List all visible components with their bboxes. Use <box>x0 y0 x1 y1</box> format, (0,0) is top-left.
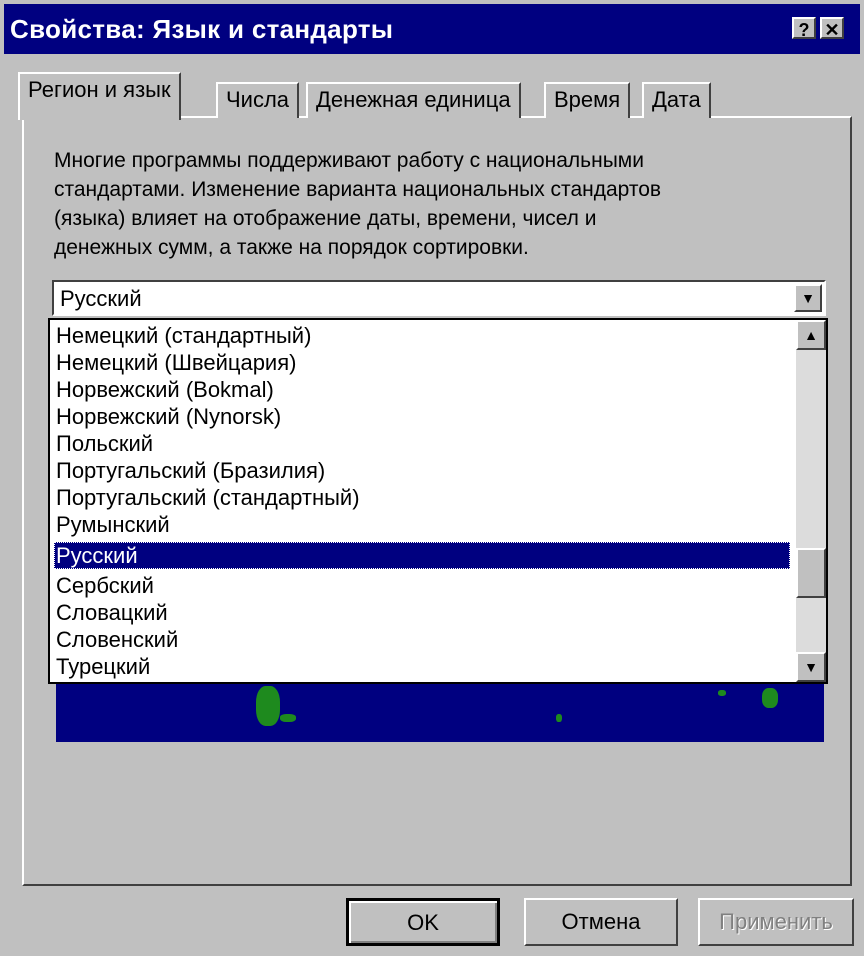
chevron-down-icon: ▼ <box>804 659 818 675</box>
locale-option[interactable]: Польский <box>54 430 790 457</box>
tab-time[interactable]: Время <box>544 82 631 118</box>
locale-option[interactable]: Португальский (Бразилия) <box>54 457 790 484</box>
cancel-button[interactable]: Отмена <box>524 898 678 946</box>
locale-option[interactable]: Словацкий <box>54 599 790 626</box>
dialog-window: Свойства: Язык и стандарты ? ✕ Регион и … <box>0 0 864 956</box>
scroll-thumb[interactable] <box>796 548 826 598</box>
locale-combobox-value: Русский <box>60 286 142 311</box>
locale-option[interactable]: Португальский (стандартный) <box>54 484 790 511</box>
locale-option[interactable]: Немецкий (Швейцария) <box>54 349 790 376</box>
description-text: Многие программы поддерживают работу с н… <box>54 146 794 262</box>
locale-option[interactable]: Норвежский (Bokmal) <box>54 376 790 403</box>
dropdown-button[interactable]: ▼ <box>794 284 822 312</box>
locale-option[interactable]: Румынский <box>54 511 790 538</box>
description-line: Многие программы поддерживают работу с н… <box>54 149 644 172</box>
locale-option[interactable]: Сербский <box>54 572 790 599</box>
close-button[interactable]: ✕ <box>820 17 844 40</box>
tab-date[interactable]: Дата <box>642 82 711 118</box>
tab-currency[interactable]: Денежная единица <box>306 82 521 118</box>
help-button[interactable]: ? <box>792 17 816 40</box>
locale-option[interactable]: Словенский <box>54 626 790 653</box>
map-land <box>256 686 280 726</box>
locale-combobox[interactable]: Русский ▼ <box>52 280 826 316</box>
tab-numbers[interactable]: Числа <box>216 82 300 118</box>
list-scrollbar[interactable]: ▲ ▼ <box>796 320 826 682</box>
locale-option[interactable]: Норвежский (Nynorsk) <box>54 403 790 430</box>
tab-region-language[interactable]: Регион и язык <box>18 72 181 120</box>
map-land <box>762 688 778 708</box>
locale-dropdown-list[interactable]: Немецкий (стандартный) Немецкий (Швейцар… <box>48 318 828 684</box>
description-line: денежных сумм, а также на порядок сортир… <box>54 236 529 259</box>
title-bar[interactable]: Свойства: Язык и стандарты ? ✕ <box>4 4 860 54</box>
locale-option-selected[interactable]: Русский <box>54 542 790 569</box>
scroll-down-button[interactable]: ▼ <box>796 652 826 682</box>
map-land <box>280 714 296 722</box>
window-title: Свойства: Язык и стандарты <box>10 14 394 44</box>
chevron-down-icon: ▼ <box>801 290 815 306</box>
description-line: стандартами. Изменение варианта национал… <box>54 178 662 201</box>
map-land <box>556 714 562 722</box>
locale-option[interactable]: Турецкий <box>54 653 790 680</box>
ok-button[interactable]: OK <box>346 898 500 946</box>
chevron-up-icon: ▲ <box>804 327 818 343</box>
world-map <box>56 684 824 742</box>
description-line: (языка) влияет на отображение даты, врем… <box>54 207 597 230</box>
map-land <box>718 690 726 696</box>
apply-button[interactable]: Применить <box>698 898 854 946</box>
locale-option[interactable]: Немецкий (стандартный) <box>54 322 790 349</box>
scroll-up-button[interactable]: ▲ <box>796 320 826 350</box>
